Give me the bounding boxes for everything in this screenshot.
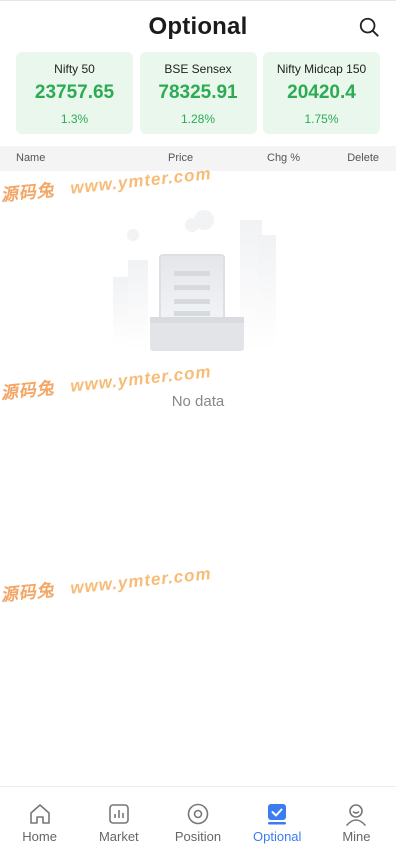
market-icon	[108, 804, 129, 824]
watermark: 源码兔 www.ymter.com	[0, 559, 213, 606]
index-name: Nifty 50	[54, 62, 95, 76]
watermark-cn: 源码兔	[0, 580, 56, 606]
empty-document-icon	[113, 210, 276, 351]
index-cards: Nifty 50 23757.65 1.3% BSE Sensex 78325.…	[0, 52, 396, 134]
index-name: Nifty Midcap 150	[276, 62, 367, 76]
optional-icon	[268, 804, 287, 825]
watermark-url: www.ymter.com	[69, 563, 213, 598]
tab-label: Market	[98, 829, 139, 844]
index-card-nifty-midcap-150[interactable]: Nifty Midcap 150 20420.4 1.75%	[263, 52, 380, 134]
index-price: 23757.65	[34, 82, 115, 103]
index-price: 78325.91	[158, 82, 238, 103]
column-delete: Delete	[347, 152, 379, 164]
page-title: Optional	[148, 12, 248, 40]
header: Optional	[0, 0, 396, 52]
index-change: 1.75%	[304, 112, 339, 126]
tab-home[interactable]: Home	[0, 787, 79, 856]
index-card-bse-sensex[interactable]: BSE Sensex 78325.91 1.28%	[139, 52, 257, 134]
index-name: BSE Sensex	[164, 62, 232, 76]
tab-market[interactable]: Market	[79, 787, 158, 856]
home-icon	[29, 804, 50, 824]
index-change: 1.3%	[60, 112, 89, 126]
watermark-cn: 源码兔	[0, 180, 56, 206]
tab-label: Position	[174, 829, 222, 844]
index-price: 20420.4	[287, 82, 356, 103]
position-icon	[187, 803, 209, 825]
tab-mine[interactable]: Mine	[317, 787, 396, 856]
index-change: 1.28%	[180, 112, 216, 126]
tab-label: Home	[22, 829, 57, 844]
tab-position[interactable]: Position	[158, 787, 237, 856]
tab-bar: Home Market Position Optional Mine	[0, 786, 396, 856]
mine-icon	[346, 804, 367, 826]
tab-label: Mine	[342, 829, 371, 844]
tab-label: Optional	[253, 829, 302, 844]
column-name: Name	[16, 152, 46, 164]
index-card-nifty-50[interactable]: Nifty 50 23757.65 1.3%	[16, 52, 133, 134]
column-change: Chg %	[267, 152, 301, 164]
tab-optional[interactable]: Optional	[238, 787, 317, 856]
search-icon[interactable]	[358, 16, 380, 38]
